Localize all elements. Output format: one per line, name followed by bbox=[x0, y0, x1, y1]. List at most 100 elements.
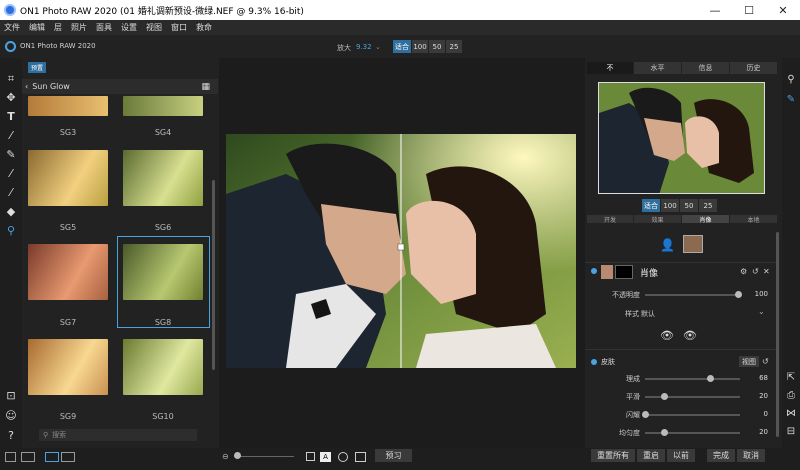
reset-all-button[interactable]: 重置所有 bbox=[591, 449, 635, 462]
frame-icon[interactable] bbox=[306, 452, 315, 461]
menu-help[interactable]: 救命 bbox=[196, 22, 212, 33]
preset-thumb-sg6[interactable] bbox=[123, 150, 203, 206]
text-icon[interactable]: T bbox=[4, 109, 18, 123]
right-scrollbar[interactable] bbox=[776, 232, 779, 437]
zoom-value[interactable]: 9.32 bbox=[356, 43, 372, 51]
text-overlay-icon[interactable]: A bbox=[320, 452, 331, 462]
opacity-slider[interactable] bbox=[645, 294, 740, 296]
nav-zoom-25-button[interactable]: 25 bbox=[699, 199, 717, 212]
panel-toggle-icon[interactable] bbox=[5, 452, 16, 462]
skin-value-3[interactable]: 20 bbox=[748, 428, 768, 436]
preview-button[interactable]: 预习 bbox=[375, 449, 412, 462]
reset-icon[interactable]: ↺ bbox=[752, 267, 759, 276]
compare-view-icon[interactable] bbox=[61, 452, 75, 462]
user-icon[interactable]: ☺ bbox=[4, 408, 18, 422]
style-chevron-down-icon[interactable]: ⌄ bbox=[758, 307, 765, 316]
skin-value-0[interactable]: 68 bbox=[748, 374, 768, 382]
skin-value-2[interactable]: 0 bbox=[748, 410, 768, 418]
skin-slider-knob-2[interactable] bbox=[642, 411, 649, 418]
edit-icon[interactable]: ✎ bbox=[784, 92, 798, 106]
view-button[interactable]: 视图 bbox=[739, 356, 759, 367]
menu-view[interactable]: 视图 bbox=[146, 22, 162, 33]
face-thumbnail[interactable] bbox=[683, 235, 703, 253]
zoom-slider[interactable] bbox=[234, 456, 294, 457]
zoom-slider-knob[interactable] bbox=[234, 452, 241, 459]
cancel-button[interactable]: 取消 bbox=[737, 449, 765, 462]
subtab-portrait[interactable]: 肖像 bbox=[682, 215, 729, 224]
skin-slider-3[interactable] bbox=[645, 432, 740, 434]
bucket-icon[interactable]: ◆ bbox=[4, 204, 18, 218]
skin-value-1[interactable]: 20 bbox=[748, 392, 768, 400]
preset-thumb-sg8[interactable] bbox=[123, 244, 203, 300]
subtab-effects[interactable]: 效果 bbox=[634, 215, 681, 224]
nav-zoom-100-button[interactable]: 100 bbox=[661, 199, 679, 212]
tab-none[interactable]: 不 bbox=[587, 62, 633, 74]
zoom-100-button[interactable]: 100 bbox=[412, 40, 428, 53]
preset-thumb-sg9[interactable] bbox=[28, 339, 108, 395]
subtab-develop[interactable]: 开发 bbox=[587, 215, 633, 224]
clipping-icon[interactable] bbox=[355, 452, 366, 462]
menu-file[interactable]: 文件 bbox=[4, 22, 20, 33]
chevron-left-icon[interactable]: ‹ bbox=[25, 82, 28, 91]
skin-slider-1[interactable] bbox=[645, 396, 740, 398]
maximize-button[interactable]: ☐ bbox=[732, 0, 766, 20]
minimize-button[interactable]: — bbox=[698, 0, 732, 20]
crop-icon[interactable]: ⌗ bbox=[4, 72, 18, 86]
preset-search-input[interactable]: ⚲ 搜索 bbox=[39, 429, 197, 441]
export-icon[interactable]: ⇱ bbox=[784, 370, 798, 384]
skin-slider-2[interactable] bbox=[645, 414, 740, 416]
skin-enabled-icon[interactable] bbox=[591, 359, 597, 365]
eye-remove-icon[interactable]: 👁 bbox=[683, 329, 697, 342]
navigator-thumbnail[interactable] bbox=[598, 82, 765, 194]
skin-reset-icon[interactable]: ↺ bbox=[762, 357, 769, 366]
zoom-chevron-down-icon[interactable]: ⌄ bbox=[375, 43, 381, 51]
tab-history[interactable]: 历史 bbox=[730, 62, 777, 74]
style-value[interactable]: 默认 bbox=[641, 309, 655, 319]
tab-info[interactable]: 信息 bbox=[682, 62, 729, 74]
done-button[interactable]: 完成 bbox=[707, 449, 735, 462]
skin-slider-knob-0[interactable] bbox=[706, 375, 714, 382]
preset-thumb-sg7[interactable] bbox=[28, 244, 108, 300]
preset-thumb-sg5[interactable] bbox=[28, 150, 108, 206]
nav-zoom-50-button[interactable]: 50 bbox=[680, 199, 698, 212]
smart-brush-icon[interactable]: ⁄ bbox=[4, 185, 18, 199]
skin-slider-knob-1[interactable] bbox=[661, 393, 668, 400]
close-panel-icon[interactable]: ✕ bbox=[763, 267, 770, 276]
eye-add-icon[interactable]: 👁 bbox=[660, 329, 674, 342]
opacity-slider-knob[interactable] bbox=[735, 291, 742, 298]
portrait-enabled-icon[interactable] bbox=[591, 268, 597, 274]
brush-icon[interactable]: ⁄ bbox=[4, 128, 18, 142]
zoom-50-button[interactable]: 50 bbox=[429, 40, 445, 53]
skin-slider-knob-3[interactable] bbox=[661, 429, 668, 436]
grid-view-icon[interactable]: ▦ bbox=[201, 82, 210, 92]
help-icon[interactable]: ? bbox=[4, 428, 18, 442]
menu-settings[interactable]: 设置 bbox=[121, 22, 137, 33]
tab-levels[interactable]: 水平 bbox=[634, 62, 681, 74]
close-button[interactable]: ✕ bbox=[766, 0, 800, 20]
preset-thumb-sg10[interactable] bbox=[123, 339, 203, 395]
main-photo[interactable] bbox=[226, 134, 576, 368]
menu-layer[interactable]: 层 bbox=[54, 22, 62, 33]
menu-edit[interactable]: 编辑 bbox=[29, 22, 45, 33]
portrait-mask-thumb[interactable] bbox=[615, 265, 633, 279]
transform-icon[interactable]: ⊡ bbox=[4, 388, 18, 402]
preset-tab[interactable]: 预置 bbox=[28, 62, 46, 73]
menu-photo[interactable]: 照片 bbox=[71, 22, 87, 33]
preset-thumb-sg4[interactable] bbox=[123, 96, 203, 116]
browse-icon[interactable]: ⚲ bbox=[784, 72, 798, 86]
subtab-local[interactable]: 本地 bbox=[730, 215, 777, 224]
portrait-tool-icon[interactable]: ⚲ bbox=[4, 223, 18, 237]
plugin-icon[interactable]: ⊟ bbox=[784, 424, 798, 438]
mask-view-icon[interactable] bbox=[338, 452, 348, 462]
preset-thumb-sg3[interactable] bbox=[28, 96, 108, 116]
opacity-value[interactable]: 100 bbox=[748, 290, 768, 298]
browser-scrollbar[interactable] bbox=[212, 180, 215, 370]
move-icon[interactable]: ✥ bbox=[4, 90, 18, 104]
mask-brush-icon[interactable]: ✎ bbox=[4, 147, 18, 161]
share-icon[interactable]: ⋈ bbox=[784, 406, 798, 420]
print-icon[interactable]: ⎙ bbox=[784, 388, 798, 402]
gear-icon[interactable]: ⚙ bbox=[740, 267, 747, 276]
preset-category[interactable]: ‹ Sun Glow ▦ bbox=[22, 79, 218, 94]
skin-slider-0[interactable] bbox=[645, 378, 740, 380]
refine-brush-icon[interactable]: ⁄ bbox=[4, 166, 18, 180]
